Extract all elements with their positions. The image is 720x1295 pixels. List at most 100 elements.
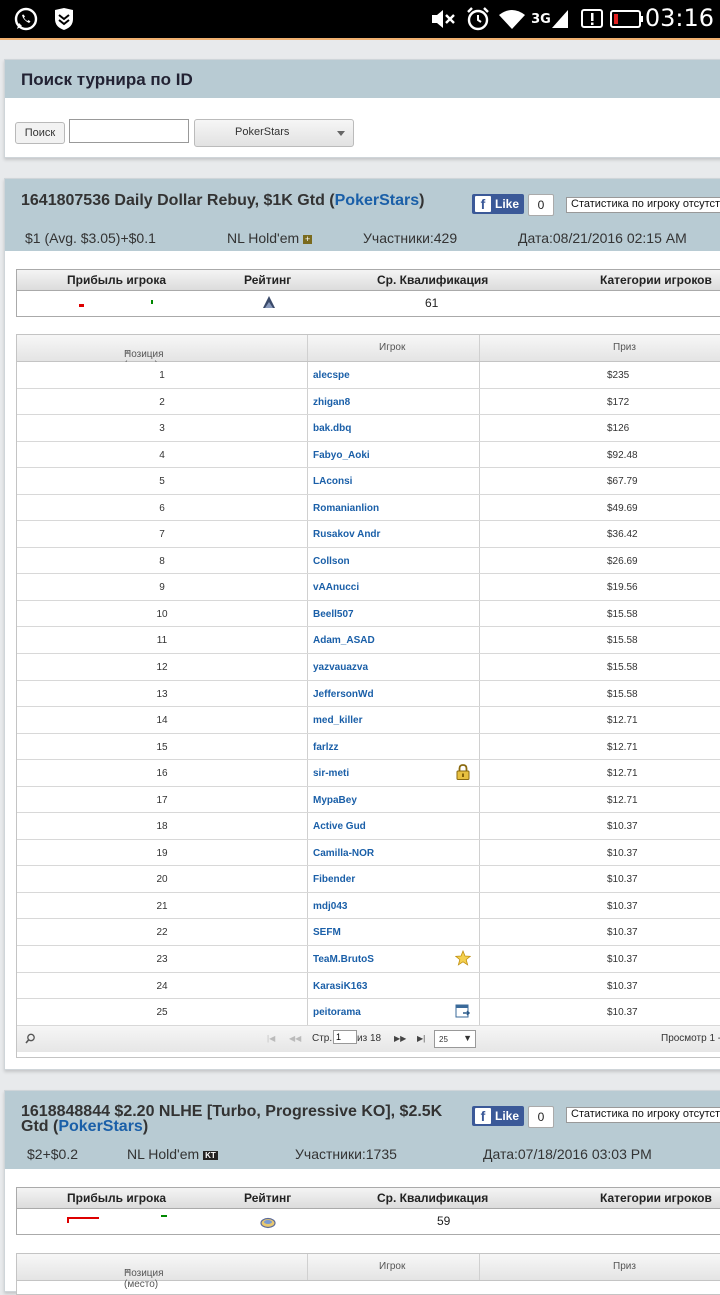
row-player-link[interactable]: mdj043 — [313, 901, 347, 912]
row-position: 6 — [159, 502, 165, 514]
row-position: 24 — [156, 980, 168, 992]
row-position: 15 — [156, 741, 168, 753]
table-row[interactable]: 17 MypaBey $12.71 — [17, 786, 720, 814]
lock-icon[interactable] — [455, 764, 471, 781]
row-player-link[interactable]: zhigan8 — [313, 397, 350, 408]
row-player-link[interactable]: TeaM.BrutoS — [313, 954, 374, 965]
stats-header: Прибыль игрока Рейтинг Ср. Квалификация … — [17, 1188, 720, 1209]
table-row[interactable]: 22 SEFM $10.37 — [17, 919, 720, 947]
row-prize: $15.58 — [607, 662, 638, 674]
col-player[interactable]: Игрок — [379, 342, 405, 353]
row-prize: $10.37 — [607, 927, 638, 939]
row-prize: $235 — [607, 370, 630, 381]
row-player-link[interactable]: Rusakov Andr — [313, 529, 380, 540]
first-page-icon[interactable]: |◀ — [267, 1034, 275, 1043]
table-row[interactable]: 11 Adam_ASAD $15.58 — [17, 627, 720, 655]
game-type-label: NL Hold'em — [127, 1146, 200, 1162]
player-stat-notice[interactable]: Статистика по игроку отсутствует — [566, 1107, 720, 1123]
row-prize: $36.42 — [607, 529, 638, 541]
grid-header: Позиция (место) ▲ Игрок Приз — [17, 335, 720, 371]
row-player-link[interactable]: Active Gud — [313, 821, 366, 832]
stats-col-avg-qual: Ср. Квалификация — [377, 1191, 489, 1205]
facebook-like-button[interactable]: f Like — [472, 1106, 524, 1126]
room-link[interactable]: PokerStars — [335, 192, 420, 209]
buyin: $1 (Avg. $3.05)+$0.1 — [25, 230, 156, 246]
row-player-link[interactable]: SEFM — [313, 927, 341, 938]
col-prize[interactable]: Приз — [613, 1261, 636, 1272]
table-row[interactable]: 3 bak.dbq $126 — [17, 415, 720, 442]
table-row[interactable]: 24 KarasiK163 $10.37 — [17, 972, 720, 1000]
row-player-link[interactable]: farlzz — [313, 742, 339, 753]
row-player-link[interactable]: peitorama — [313, 1007, 361, 1018]
facebook-like-button[interactable]: f Like — [472, 194, 524, 214]
row-player-link[interactable]: Romanianlion — [313, 503, 379, 514]
row-position: 17 — [156, 794, 168, 806]
buyin: $2+$0.2 — [27, 1146, 78, 1162]
room-link[interactable]: PokerStars — [58, 1118, 143, 1135]
table-row[interactable]: 20 Fibender $10.37 — [17, 866, 720, 893]
row-player-link[interactable]: Collson — [313, 556, 350, 567]
table-row[interactable]: 14 med_killer $12.71 — [17, 707, 720, 734]
results-grid-2: Позиция (место) ▲ Игрок Приз — [16, 1253, 720, 1295]
grid-header: Позиция (место) ▲ Игрок Приз — [17, 1254, 720, 1290]
row-player-link[interactable]: med_killer — [313, 715, 362, 726]
calendar-icon[interactable] — [455, 1003, 471, 1019]
table-row[interactable]: 9 vAAnucci $19.56 — [17, 574, 720, 601]
table-row[interactable]: 5 LAconsi $67.79 — [17, 468, 720, 495]
col-prize[interactable]: Приз — [613, 342, 636, 353]
row-player-link[interactable]: Beell507 — [313, 609, 354, 620]
player-stat-notice[interactable]: Статистика по игроку отсутствует — [566, 197, 720, 213]
stats-col-profit: Прибыль игрока — [67, 1191, 167, 1205]
row-player-link[interactable]: Fabyo_Aoki — [313, 450, 370, 461]
table-row[interactable]: 6 Romanianlion $49.69 — [17, 494, 720, 522]
table-row[interactable]: 18 Active Gud $10.37 — [17, 813, 720, 840]
row-player-link[interactable]: bak.dbq — [313, 423, 351, 434]
row-player-link[interactable]: Camilla-NOR — [313, 848, 374, 859]
game-type: NL Hold'em + — [227, 230, 313, 246]
last-page-icon[interactable]: ▶| — [417, 1034, 425, 1043]
star-icon[interactable] — [454, 949, 472, 966]
table-row[interactable]: 1 alecspe $235 — [17, 362, 720, 389]
prev-page-icon[interactable]: ◀◀ — [289, 1034, 301, 1043]
table-row[interactable]: 2 zhigan8 $172 — [17, 388, 720, 416]
search-button[interactable]: Поиск — [15, 122, 65, 144]
fish-rating-icon — [260, 1216, 276, 1229]
table-row[interactable]: 23 TeaM.BrutoS $10.37 — [17, 946, 720, 973]
row-player-link[interactable]: sir-meti — [313, 768, 349, 779]
col-player[interactable]: Игрок — [379, 1261, 405, 1272]
row-prize: $10.37 — [607, 874, 638, 886]
table-row[interactable]: 21 mdj043 $10.37 — [17, 892, 720, 920]
row-player-link[interactable]: vAAnucci — [313, 582, 359, 593]
table-row[interactable]: 25 peitorama $10.37 — [17, 999, 720, 1026]
row-player-link[interactable]: Fibender — [313, 874, 355, 885]
row-position: 5 — [159, 476, 165, 488]
stats-col-avg-qual: Ср. Квалификация — [377, 273, 489, 287]
per-page-value: 25 — [439, 1034, 448, 1044]
row-player-link[interactable]: MypaBey — [313, 795, 357, 806]
row-player-link[interactable]: LAconsi — [313, 476, 352, 487]
row-player-link[interactable]: KarasiK163 — [313, 981, 367, 992]
tournament-id-input[interactable] — [69, 119, 189, 143]
network-type: 3G — [531, 11, 551, 27]
row-player-link[interactable]: yazvauazva — [313, 662, 368, 673]
stats-col-rating: Рейтинг — [244, 273, 292, 287]
table-row[interactable]: 19 Camilla-NOR $10.37 — [17, 839, 720, 867]
row-player-link[interactable]: alecspe — [313, 370, 350, 381]
table-row[interactable]: 15 farlzz $12.71 — [17, 733, 720, 761]
table-row[interactable]: 4 Fabyo_Aoki $92.48 — [17, 441, 720, 469]
table-row[interactable]: 12 yazvauazva $15.58 — [17, 654, 720, 681]
table-row[interactable]: 7 Rusakov Andr $36.42 — [17, 521, 720, 548]
clock: 03:16 — [644, 4, 714, 32]
row-player-link[interactable]: JeffersonWd — [313, 689, 374, 700]
table-row[interactable]: 10 Beell507 $15.58 — [17, 600, 720, 628]
per-page-select[interactable]: 25 ▼ — [434, 1029, 476, 1048]
search-icon[interactable] — [25, 1033, 35, 1044]
table-row[interactable]: 13 JeffersonWd $15.58 — [17, 680, 720, 708]
table-row[interactable]: 8 Collson $26.69 — [17, 547, 720, 575]
table-row[interactable]: 16 sir-meti $12.71 — [17, 760, 720, 787]
next-page-icon[interactable]: ▶▶ — [394, 1034, 406, 1043]
row-prize: $67.79 — [607, 476, 638, 488]
room-select[interactable]: PokerStars — [194, 119, 354, 147]
row-player-link[interactable]: Adam_ASAD — [313, 635, 375, 646]
page-input[interactable] — [333, 1029, 357, 1044]
